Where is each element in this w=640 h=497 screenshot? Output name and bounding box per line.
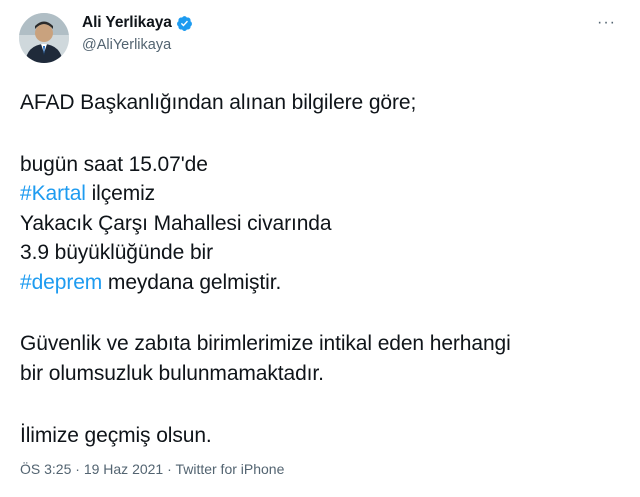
tweet-line: 3.9 büyüklüğünde bir	[20, 241, 213, 264]
tweet-time[interactable]: ÖS 3:25	[20, 461, 71, 477]
meta-separator: ·	[163, 461, 176, 477]
tweet-metadata: ÖS 3:25 · 19 Haz 2021 · Twitter for iPho…	[20, 461, 284, 477]
tweet-line: bir olumsuzluk bulunmamaktadır.	[20, 361, 324, 385]
tweet-text: AFAD Başkanlığından alınan bilgilere gör…	[20, 88, 620, 451]
tweet-line: İlimize geçmiş olsun.	[20, 424, 212, 447]
tweet-line: AFAD Başkanlığından alınan bilgilere gör…	[20, 91, 417, 114]
more-options-icon[interactable]: ···	[597, 15, 616, 31]
avatar[interactable]	[19, 13, 69, 63]
tweet-line: Yakacık Çarşı Mahallesi civarında	[20, 211, 332, 235]
tweet-line: #Kartal ilçemiz	[20, 179, 620, 209]
hashtag-link[interactable]: #deprem	[20, 271, 102, 294]
tweet-date[interactable]: 19 Haz 2021	[84, 461, 163, 477]
author-name-row[interactable]: Ali Yerlikaya	[82, 14, 193, 32]
tweet-line-text: meydana gelmiştir.	[102, 270, 282, 294]
verified-badge-icon	[176, 15, 193, 32]
tweet-line: Güvenlik ve zabıta birimlerimize intikal…	[20, 332, 511, 355]
avatar-image	[19, 13, 69, 63]
hashtag-link[interactable]: #Kartal	[20, 182, 86, 205]
tweet-line-text: ilçemiz	[85, 182, 156, 205]
tweet-card: Ali Yerlikaya @AliYerlikaya ··· AFAD Baş…	[0, 0, 640, 497]
tweet-source[interactable]: Twitter for iPhone	[175, 461, 284, 477]
tweet-line: #deprem meydana gelmiştir.	[20, 268, 620, 298]
author-display-name[interactable]: Ali Yerlikaya	[82, 14, 172, 32]
tweet-line: bugün saat 15.07'de	[20, 152, 208, 176]
meta-separator: ·	[71, 461, 84, 477]
author-handle[interactable]: @AliYerlikaya	[82, 37, 171, 53]
